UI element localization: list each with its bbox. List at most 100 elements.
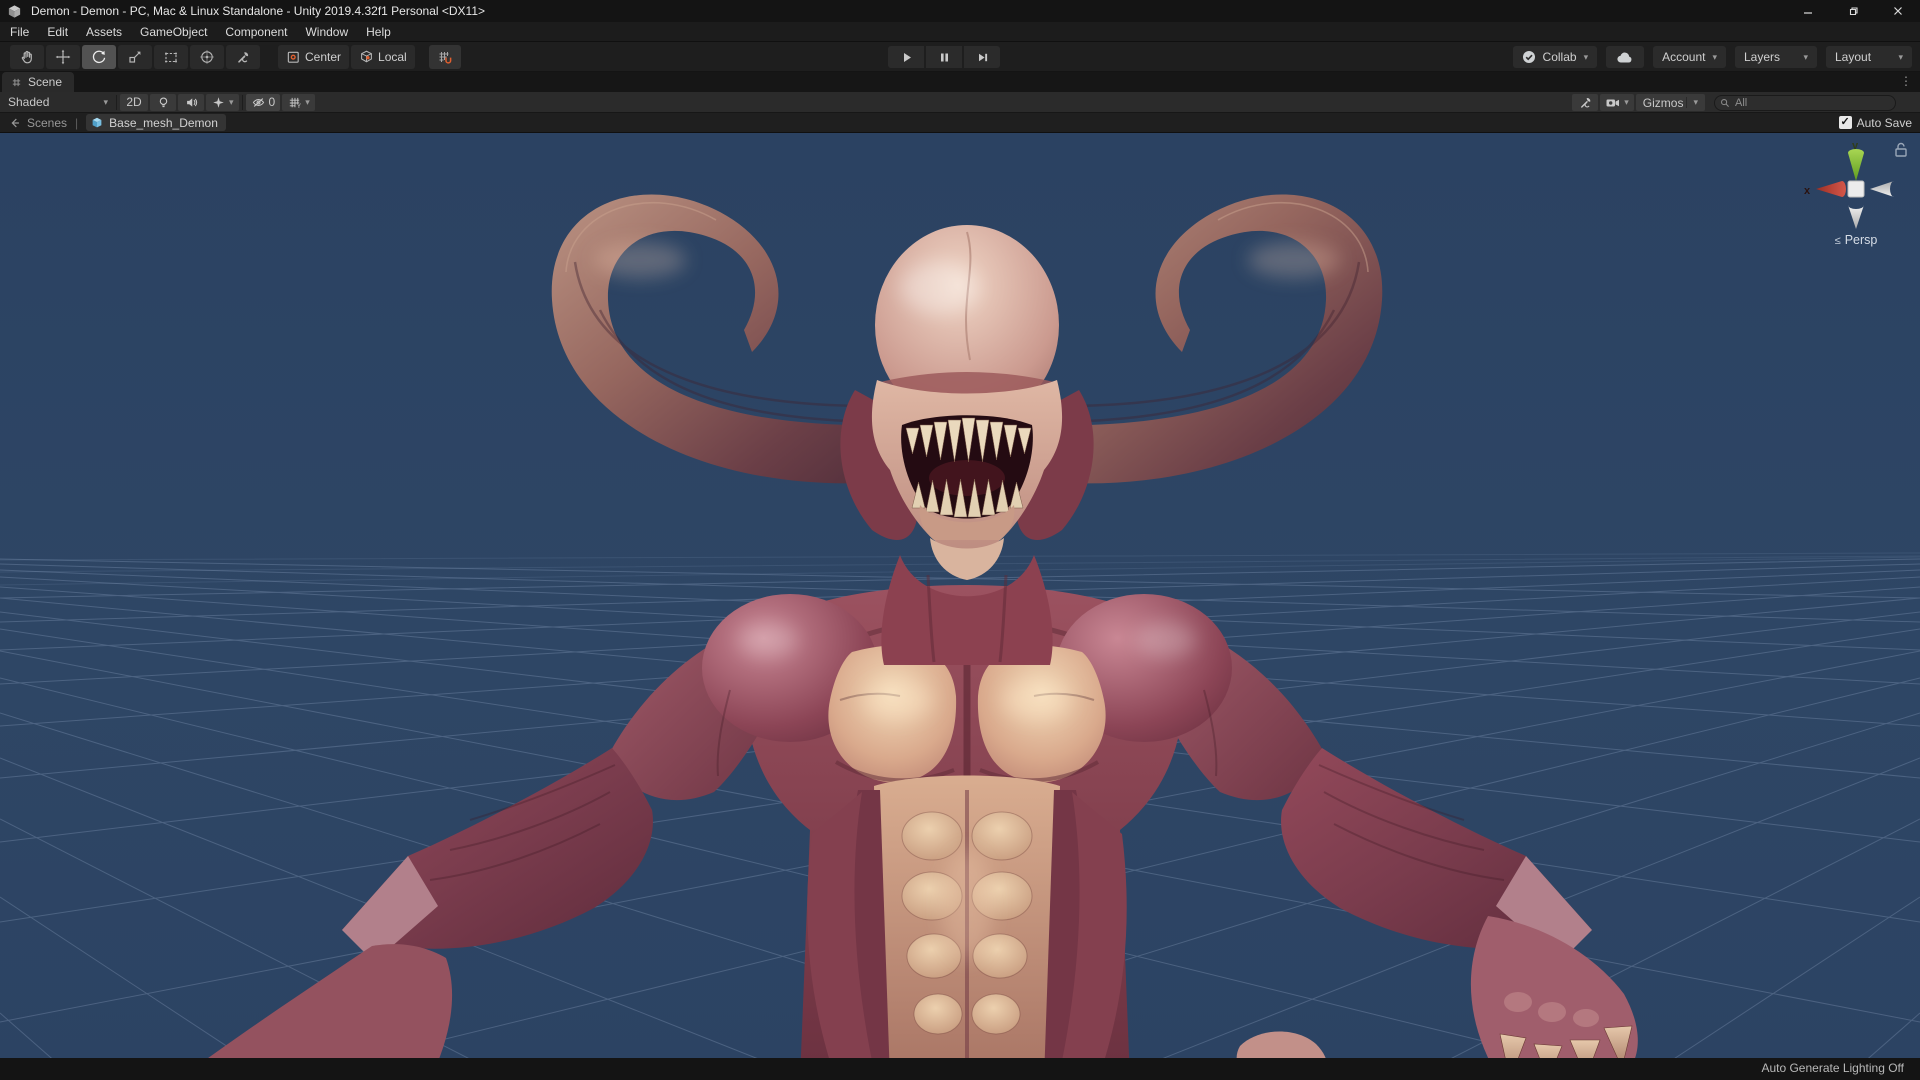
chevron-down-icon: ▾	[1803, 51, 1808, 62]
collab-button[interactable]: Collab ▾	[1512, 46, 1598, 68]
search-icon	[1721, 98, 1729, 107]
chevron-down-icon: ▾	[1624, 97, 1629, 107]
cloud-icon	[1617, 52, 1632, 63]
2d-toggle-button[interactable]: 2D	[120, 93, 148, 111]
account-label: Account	[1662, 50, 1706, 64]
menu-edit[interactable]: Edit	[38, 22, 77, 42]
pause-icon	[940, 53, 948, 61]
lock-icon[interactable]	[1895, 142, 1907, 157]
menu-component[interactable]: Component	[216, 22, 296, 42]
hidden-objects-button[interactable]: 0	[245, 93, 281, 111]
tab-options-kebab-icon[interactable]: ⋮	[1900, 74, 1912, 88]
minimize-button[interactable]	[1785, 0, 1830, 22]
close-button[interactable]	[1875, 0, 1920, 22]
scale-icon	[129, 51, 141, 63]
rect-tool-button[interactable]	[154, 44, 188, 69]
demon-model[interactable]	[0, 133, 1920, 1080]
auto-save-label: Auto Save	[1856, 115, 1912, 130]
move-tool-button[interactable]	[46, 44, 80, 69]
minimize-icon	[1803, 12, 1812, 14]
layers-label: Layers	[1744, 50, 1781, 64]
scene-viewport[interactable]: y x ≤ Persp Auto Generate Lighting Off	[0, 133, 1920, 1080]
hand-tool-button[interactable]	[10, 44, 44, 69]
chevron-down-icon: ▾	[1712, 51, 1717, 62]
layers-dropdown[interactable]: Layers ▾	[1735, 46, 1817, 68]
scene-view-tools-button[interactable]	[1572, 94, 1599, 111]
scene-effects-dropdown[interactable]: ▾	[206, 93, 239, 111]
menu-help[interactable]: Help	[357, 22, 400, 42]
gizmos-dropdown[interactable]: Gizmos ▾	[1635, 94, 1705, 111]
menu-bar: File Edit Assets GameObject Component Wi…	[0, 22, 1920, 42]
pause-button[interactable]	[926, 46, 962, 68]
menu-assets[interactable]: Assets	[77, 22, 131, 42]
divider	[241, 94, 243, 110]
layout-label: Layout	[1835, 50, 1872, 64]
play-button[interactable]	[888, 46, 924, 68]
grid-snap-button[interactable]	[428, 44, 461, 69]
orientation-gizmo[interactable]: y x	[1796, 137, 1916, 237]
axis-y-cone[interactable]	[1848, 149, 1864, 181]
chevron-down-icon: ▾	[305, 96, 310, 107]
pivot-label: Center	[305, 49, 342, 64]
grid-axis-icon: Y	[290, 97, 301, 110]
account-dropdown[interactable]: Account ▾	[1653, 46, 1726, 68]
wrench-icon	[238, 51, 249, 63]
auto-save-toggle[interactable]: ✓ Auto Save	[1838, 115, 1912, 130]
restore-button[interactable]	[1830, 0, 1875, 22]
step-button[interactable]	[964, 46, 1000, 68]
audio-icon	[186, 97, 197, 107]
axis-right-cone[interactable]	[1870, 181, 1894, 197]
custom-tools-button[interactable]	[226, 44, 260, 69]
transform-icon	[200, 49, 214, 64]
breadcrumb-scenes[interactable]: Scenes	[8, 116, 67, 130]
transform-tool-button[interactable]	[190, 44, 224, 69]
scene-lighting-button[interactable]	[150, 93, 176, 111]
pivot-icon	[287, 51, 299, 63]
breadcrumb-current-item[interactable]: Base_mesh_Demon	[86, 114, 226, 131]
scale-tool-button[interactable]	[118, 44, 152, 69]
persp-glyph-icon: ≤	[1834, 235, 1841, 247]
pivot-toggle-button[interactable]: Center	[278, 44, 350, 69]
projection-label: Persp	[1844, 233, 1878, 247]
move-icon	[55, 49, 71, 64]
eye-slash-icon	[252, 97, 264, 107]
check-icon: ✓	[1840, 116, 1850, 128]
close-icon	[1893, 7, 1902, 15]
collab-check-icon	[1522, 51, 1535, 63]
tab-scene[interactable]: Scene	[2, 72, 75, 92]
scene-audio-button[interactable]	[178, 93, 204, 111]
menu-gameobject[interactable]: GameObject	[131, 22, 216, 42]
rotate-tool-button[interactable]	[82, 44, 116, 69]
breadcrumb-bar: Scenes | Base_mesh_Demon ✓ Auto Save	[0, 113, 1920, 133]
axis-bottom-cone[interactable]	[1848, 205, 1864, 229]
wrench-icon	[1580, 98, 1591, 108]
axis-center-cube[interactable]	[1847, 180, 1865, 198]
shading-mode-dropdown[interactable]: Shaded ▾	[0, 92, 114, 113]
breadcrumb-separator: |	[75, 115, 79, 130]
scene-search-input[interactable]	[1714, 95, 1896, 111]
menu-file[interactable]: File	[0, 22, 38, 42]
scene-camera-dropdown[interactable]: ▾	[1600, 94, 1634, 111]
local-cube-icon	[361, 50, 372, 63]
menu-window[interactable]: Window	[296, 22, 357, 42]
collab-label: Collab	[1542, 50, 1577, 64]
effects-star-icon	[213, 96, 224, 108]
camera-icon	[1606, 99, 1620, 106]
hidden-count: 0	[268, 95, 276, 109]
breadcrumb-root-label: Scenes	[27, 115, 68, 130]
axis-x-label: x	[1804, 185, 1811, 197]
lightbulb-icon	[159, 96, 167, 107]
lighting-status-text: Auto Generate Lighting Off	[1761, 1061, 1904, 1075]
projection-toggle[interactable]: ≤ Persp	[1798, 233, 1914, 247]
space-toggle-button[interactable]: Local	[351, 44, 415, 69]
hand-icon	[21, 50, 32, 63]
dock-tab-bar: Scene ⋮	[0, 72, 1920, 92]
scene-view-toolbar: Shaded ▾ 2D ▾ 0 Y ▾ ▾ Gizmos ▾ All	[0, 92, 1920, 113]
axis-x-cone[interactable]	[1816, 181, 1846, 197]
cloud-button[interactable]	[1606, 46, 1645, 68]
layout-dropdown[interactable]: Layout ▾	[1826, 46, 1912, 68]
svg-text:Y: Y	[297, 103, 301, 110]
divider	[116, 94, 117, 110]
grid-visibility-dropdown[interactable]: Y ▾	[282, 93, 315, 111]
auto-save-checkbox[interactable]: ✓	[1838, 116, 1852, 129]
